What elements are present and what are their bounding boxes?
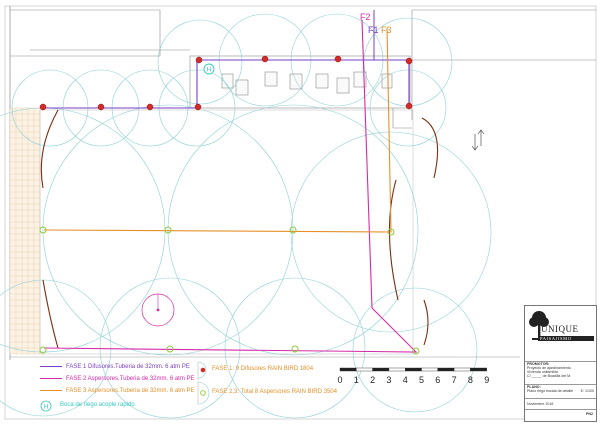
scale-segment (405, 367, 422, 372)
sprinklers (39, 226, 420, 355)
brand-subtitle: PAISAJISMO (538, 336, 594, 341)
phase-label-f2: F2 (360, 12, 371, 22)
diffuser (405, 102, 413, 110)
legend-diffusers: FASE 1: 9 Difusores RAIN BIRD 1804 (212, 366, 314, 372)
scale-label: 2 (370, 375, 375, 385)
scale-label: 1 (354, 375, 359, 385)
scale-segment (356, 367, 373, 372)
entry-arrows (471, 129, 485, 151)
diffuser (194, 103, 202, 111)
tree (141, 293, 175, 327)
legend-valve: Boca de riego acople rapido (60, 402, 135, 408)
diffuser (334, 55, 342, 63)
scale-label: 9 (484, 375, 489, 385)
paved-strip (9, 107, 41, 355)
sprinkler (412, 347, 420, 355)
legend-sprinklers: FASE 2,3: Total 8 Aspersores RAIN BIRD 3… (212, 389, 337, 395)
scale-label: 8 (468, 375, 473, 385)
irrigation-plan: H F2 F1 F3 H 0 1 2 3 4 5 6 7 8 9 (0, 5, 597, 420)
diffuser (146, 103, 154, 111)
valve-symbol: H (203, 63, 215, 75)
scale-segment (388, 367, 406, 372)
legend-fase3: FASE 3 Aspersores.Tuberia de 32mm. 6 atm… (40, 388, 195, 394)
scale-segment (372, 367, 390, 372)
coverage-circles (0, 13, 492, 419)
promotor-section: PROMOTOR: Proyecto de ajardinamiento Viv… (525, 361, 596, 383)
diffuser (195, 56, 203, 64)
scale-segment (421, 367, 438, 372)
diffuser (39, 103, 47, 111)
date-section: Noviembre 2016 (525, 398, 596, 408)
title-block: UNIQUE PAISAJISMO PROMOTOR: Proyecto de … (524, 305, 597, 422)
scale-label: 0 (337, 375, 342, 385)
legend-fase1: FASE 1 Difusores.Tuberia de 32mm. 6 atm … (40, 364, 190, 370)
scale-label: 6 (435, 375, 440, 385)
scale-label: 7 (452, 375, 457, 385)
scale-label: 4 (403, 375, 408, 385)
phase-label-f3: F3 (381, 25, 392, 35)
scale-segment (339, 367, 357, 372)
building-outlines (10, 9, 596, 129)
graphic-scale: 0 1 2 3 4 5 6 7 8 9 (337, 367, 489, 385)
scale-segment (437, 367, 455, 372)
terrace-furniture (221, 71, 393, 96)
scale-segment (470, 367, 487, 372)
diffuser (97, 103, 105, 111)
plan-section: PLANO: Plano riego escala de detalle E: … (525, 384, 596, 397)
scale-label: 5 (419, 375, 424, 385)
brand-name: UNIQUE (541, 324, 579, 334)
plan-number: PN2 (525, 409, 596, 422)
svg-text:H: H (207, 67, 212, 74)
scale-label: 3 (386, 375, 391, 385)
phase-label-f1: F1 (368, 25, 379, 35)
diffuser (405, 57, 413, 65)
diffuser (261, 55, 269, 63)
scale-segment (453, 367, 471, 372)
svg-text:H: H (44, 404, 49, 411)
legend-fase2: FASE 2 Aspersores.Tuberia de 32mm. 6 atm… (40, 376, 195, 382)
